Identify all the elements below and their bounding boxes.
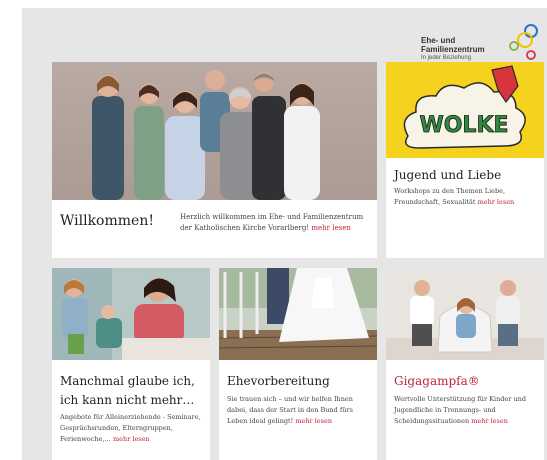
manchmal-title: Manchmal glaube ich, ich kann nicht mehr… xyxy=(60,374,195,407)
logo-line1: Ehe- und xyxy=(421,36,456,45)
rings-icon xyxy=(509,24,538,60)
manchmal-more-link[interactable]: mehr lesen xyxy=(113,435,150,443)
logo-text: Ehe- und Familienzentrum In jeder Bezieh… xyxy=(421,36,485,63)
welcome-more-link[interactable]: mehr lesen xyxy=(311,224,350,232)
giga-title: Gigagampfa® xyxy=(394,374,480,388)
manchmal-text: Angebote für Alleinerziehende - Seminare… xyxy=(60,412,206,445)
team-photo xyxy=(52,62,377,200)
family-chair-photo xyxy=(386,268,544,360)
ehe-card[interactable]: Ehevorbereitung Sie trauen sich – und wi… xyxy=(219,268,377,460)
logo-line2: Familienzentrum xyxy=(421,45,485,54)
manchmal-card[interactable]: Manchmal glaube ich, ich kann nicht mehr… xyxy=(52,268,210,460)
jugend-text: Workshops zu den Themen Liebe, Freundsch… xyxy=(394,186,534,208)
welcome-text: Herzlich willkommen im Ehe- und Familien… xyxy=(180,212,366,234)
giga-text: Wertvolle Unterstützung für Kinder und J… xyxy=(394,394,538,427)
mother-children-photo xyxy=(52,268,210,360)
jugend-more-link[interactable]: mehr lesen xyxy=(478,198,515,206)
giga-card[interactable]: Gigagampfa® Wertvolle Unterstützung für … xyxy=(386,268,544,460)
jugend-card[interactable]: WOLKE Jugend und Liebe Workshops zu den … xyxy=(386,62,544,258)
jugend-title: Jugend und Liebe xyxy=(394,168,502,182)
welcome-card[interactable]: Willkommen! Herzlich willkommen im Ehe- … xyxy=(52,62,377,258)
welcome-title: Willkommen! xyxy=(60,213,154,229)
ehe-title: Ehevorbereitung xyxy=(227,374,330,388)
poster-title: WOLKE xyxy=(419,113,508,138)
wolke-poster: WOLKE xyxy=(386,62,544,158)
page-canvas: Ehe- und Familienzentrum In jeder Bezieh… xyxy=(22,8,547,460)
wedding-photo xyxy=(219,268,377,360)
giga-more-link[interactable]: mehr lesen xyxy=(471,417,508,425)
ehe-text: Sie trauen sich – und wir helfen Ihnen d… xyxy=(227,394,371,427)
ehe-more-link[interactable]: mehr lesen xyxy=(295,417,332,425)
ehe-text-body: Sie trauen sich – und wir helfen Ihnen d… xyxy=(227,395,353,425)
